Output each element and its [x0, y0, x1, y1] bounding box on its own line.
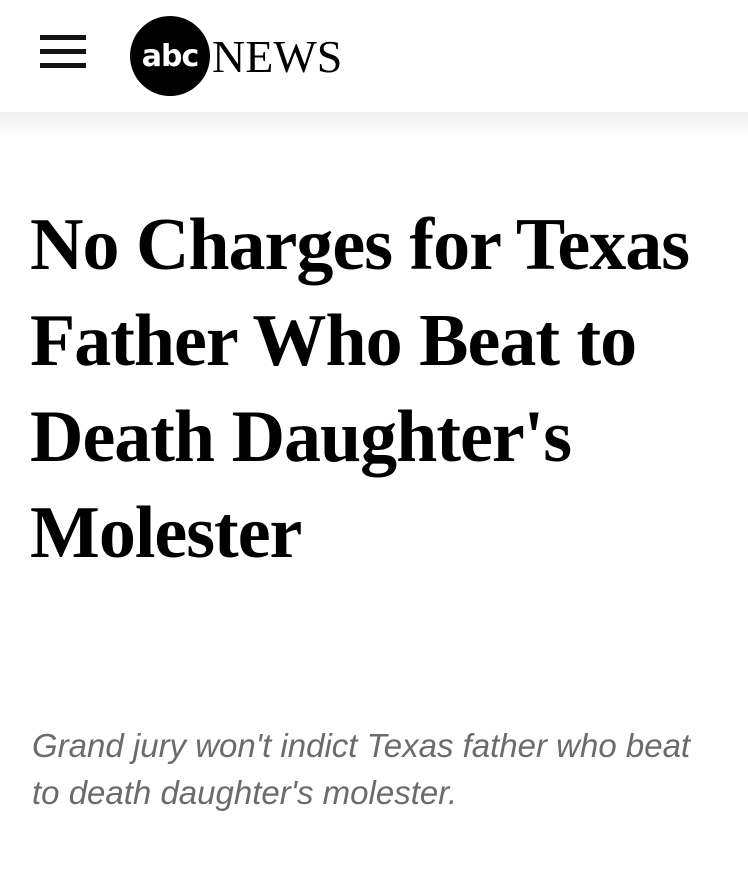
top-navigation-bar: abc NEWS — [0, 0, 748, 112]
header-divider-shadow — [0, 112, 748, 138]
article-headline: No Charges for Texas Father Who Beat to … — [30, 204, 690, 574]
news-logo-text: NEWS — [212, 30, 343, 82]
hamburger-menu-icon[interactable] — [40, 31, 86, 73]
abc-news-logo[interactable]: abc NEWS — [130, 16, 342, 96]
article-subheadline: Grand jury won't indict Texas father who… — [32, 727, 691, 811]
abc-logo-mark: abc — [130, 16, 210, 96]
